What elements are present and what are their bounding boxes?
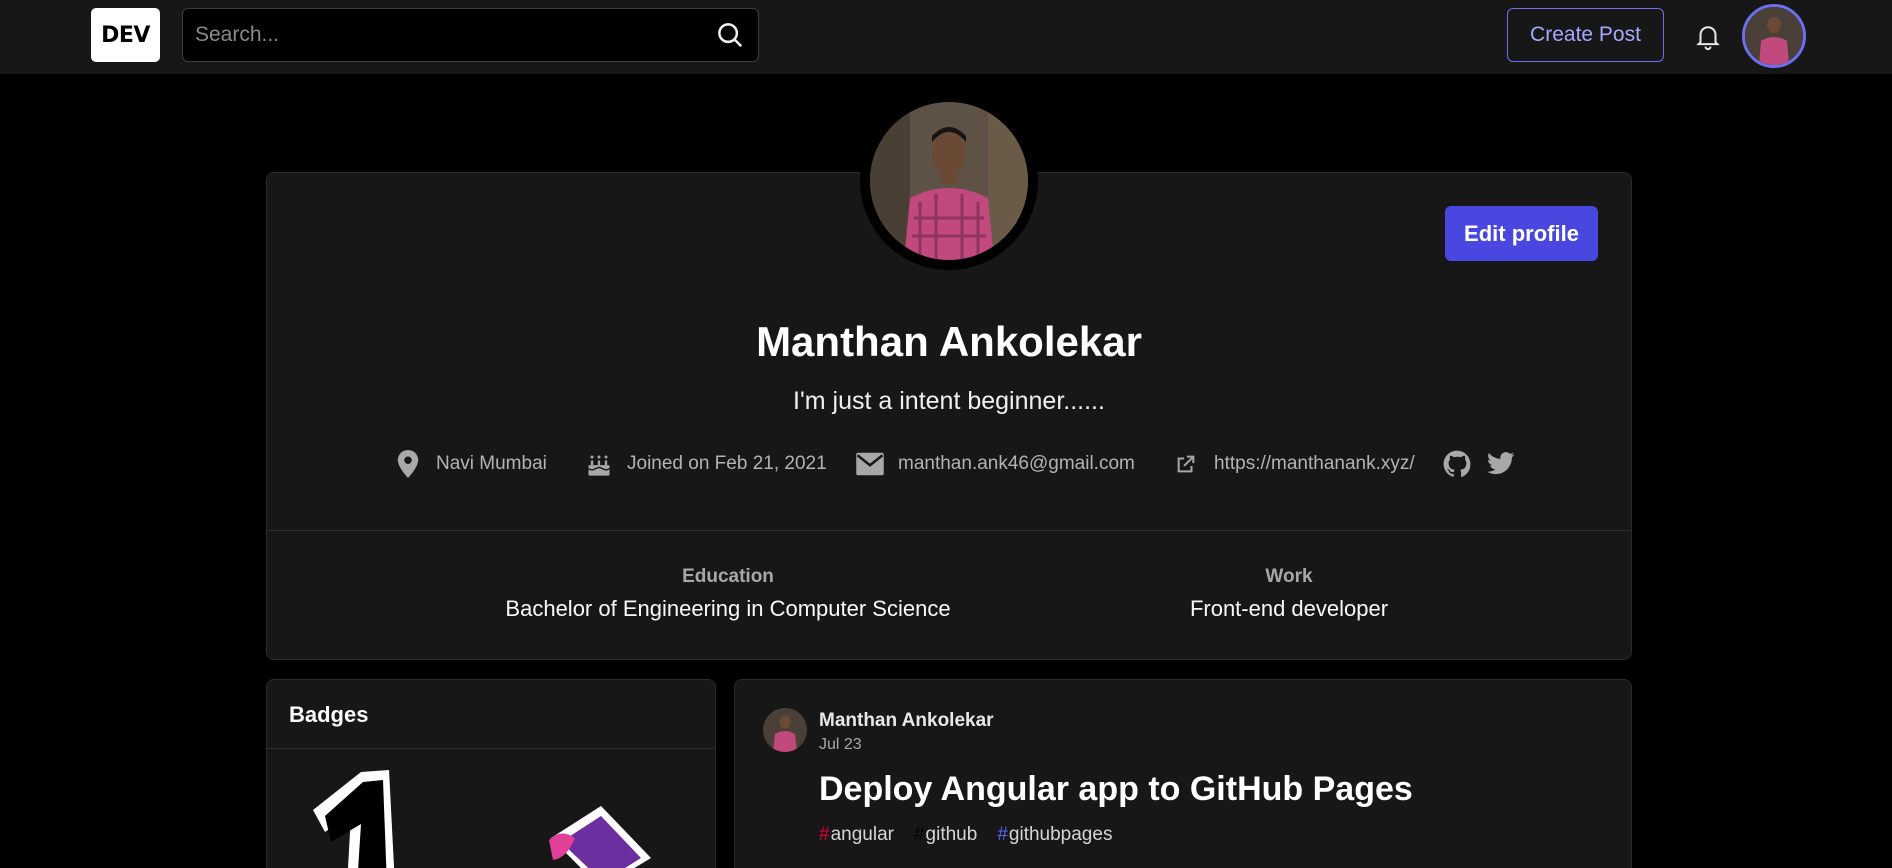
- work-info: Work Front-end developer: [1139, 566, 1439, 622]
- website-meta[interactable]: https://manthanank.xyz/: [1170, 446, 1415, 482]
- github-icon[interactable]: [1441, 448, 1473, 480]
- tag-angular[interactable]: #angular: [819, 824, 894, 846]
- create-post-button[interactable]: Create Post: [1507, 8, 1664, 62]
- one-week-streak-badge-icon[interactable]: [531, 798, 661, 868]
- edit-profile-button[interactable]: Edit profile: [1445, 206, 1598, 261]
- notifications-bell-icon[interactable]: [1690, 18, 1726, 54]
- profile-divider: [267, 530, 1631, 531]
- post-title[interactable]: Deploy Angular app to GitHub Pages: [819, 770, 1413, 809]
- profile-name: Manthan Ankolekar: [756, 318, 1142, 365]
- user-avatar-menu[interactable]: [1742, 4, 1806, 68]
- work-value: Front-end developer: [1189, 596, 1389, 621]
- education-label: Education: [682, 566, 774, 587]
- search-box: [182, 8, 759, 62]
- top-navbar: DEV Create Post: [0, 0, 1892, 74]
- external-link-icon: [1170, 448, 1202, 480]
- post-date: Jul 23: [819, 736, 862, 753]
- joined-text: Joined on Feb 21, 2021: [627, 453, 827, 474]
- location-pin-icon: [392, 448, 424, 480]
- work-label: Work: [1265, 566, 1313, 587]
- post-author-avatar[interactable]: [763, 708, 807, 752]
- post-author-name[interactable]: Manthan Ankolekar: [819, 710, 994, 732]
- badges-divider: [267, 748, 715, 749]
- profile-bio: I'm just a intent beginner......: [793, 387, 1105, 415]
- email-meta[interactable]: manthan.ank46@gmail.com: [854, 446, 1135, 482]
- location-meta: Navi Mumbai: [392, 446, 547, 482]
- joined-meta: Joined on Feb 21, 2021: [583, 446, 827, 482]
- education-info: Education Bachelor of Engineering in Com…: [477, 566, 979, 622]
- search-input[interactable]: [195, 23, 714, 47]
- twitter-icon[interactable]: [1485, 448, 1517, 480]
- badges-title: Badges: [289, 702, 369, 727]
- search-icon[interactable]: [714, 19, 746, 51]
- website-link[interactable]: https://manthanank.xyz/: [1214, 453, 1415, 475]
- one-year-badge-icon[interactable]: [303, 766, 433, 868]
- education-value: Bachelor of Engineering in Computer Scie…: [505, 596, 951, 621]
- dev-logo[interactable]: DEV: [91, 8, 160, 62]
- post-tags: #angular #github #githubpages: [819, 824, 1112, 846]
- post-card[interactable]: Manthan Ankolekar Jul 23 Deploy Angular …: [734, 679, 1632, 868]
- github-link[interactable]: [1441, 446, 1473, 482]
- twitter-link[interactable]: [1485, 446, 1517, 482]
- badges-card: Badges: [266, 679, 716, 868]
- profile-avatar: [860, 92, 1038, 270]
- tag-github[interactable]: #github: [914, 824, 977, 846]
- email-icon: [854, 448, 886, 480]
- logo-text: DEV: [101, 22, 150, 48]
- email-link[interactable]: manthan.ank46@gmail.com: [898, 453, 1135, 475]
- location-text: Navi Mumbai: [436, 453, 547, 474]
- tag-githubpages[interactable]: #githubpages: [997, 824, 1112, 846]
- cake-icon: [583, 448, 615, 480]
